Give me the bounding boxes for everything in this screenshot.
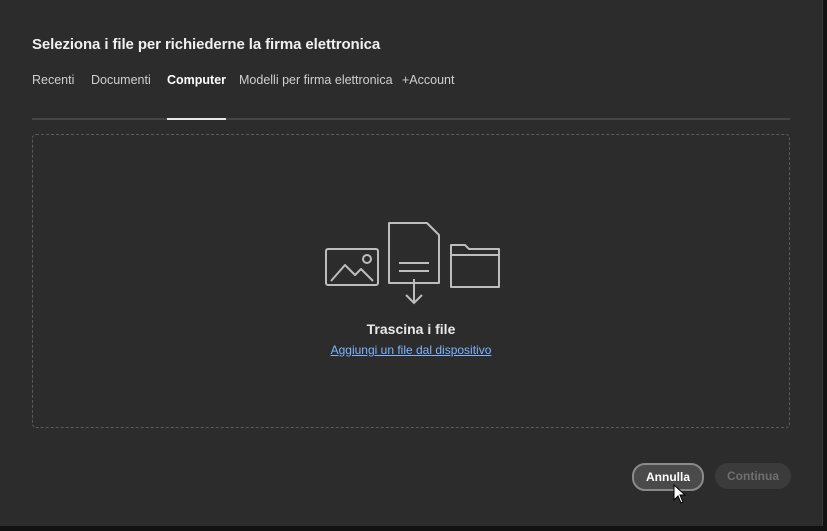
continue-button[interactable]: Continua [715, 463, 791, 489]
tab-documenti[interactable]: Documenti [91, 72, 151, 118]
drop-illustration [325, 222, 500, 305]
window-bottom-edge [0, 526, 827, 531]
tab-computer[interactable]: Computer [167, 72, 227, 120]
source-tabs: Recenti Documenti Computer Modelli per f… [32, 72, 790, 120]
file-drop-zone[interactable]: Trascina i file Aggiungi un file dal dis… [32, 134, 790, 428]
tab-modelli[interactable]: Modelli per firma elettronica [239, 72, 393, 118]
folder-icon [450, 244, 500, 288]
file-select-dialog: Seleziona i file per richiederne la firm… [0, 0, 823, 526]
document-download-icon [388, 222, 440, 305]
dialog-title: Seleziona i file per richiederne la firm… [32, 36, 381, 53]
cancel-button[interactable]: Annulla [632, 463, 704, 491]
tab-account[interactable]: +Account [402, 72, 454, 118]
add-file-link[interactable]: Aggiungi un file dal dispositivo [33, 343, 789, 357]
drop-title: Trascina i file [366, 321, 456, 337]
tab-recenti[interactable]: Recenti [32, 72, 74, 118]
image-icon [325, 248, 379, 286]
mouse-cursor-icon [673, 484, 687, 504]
